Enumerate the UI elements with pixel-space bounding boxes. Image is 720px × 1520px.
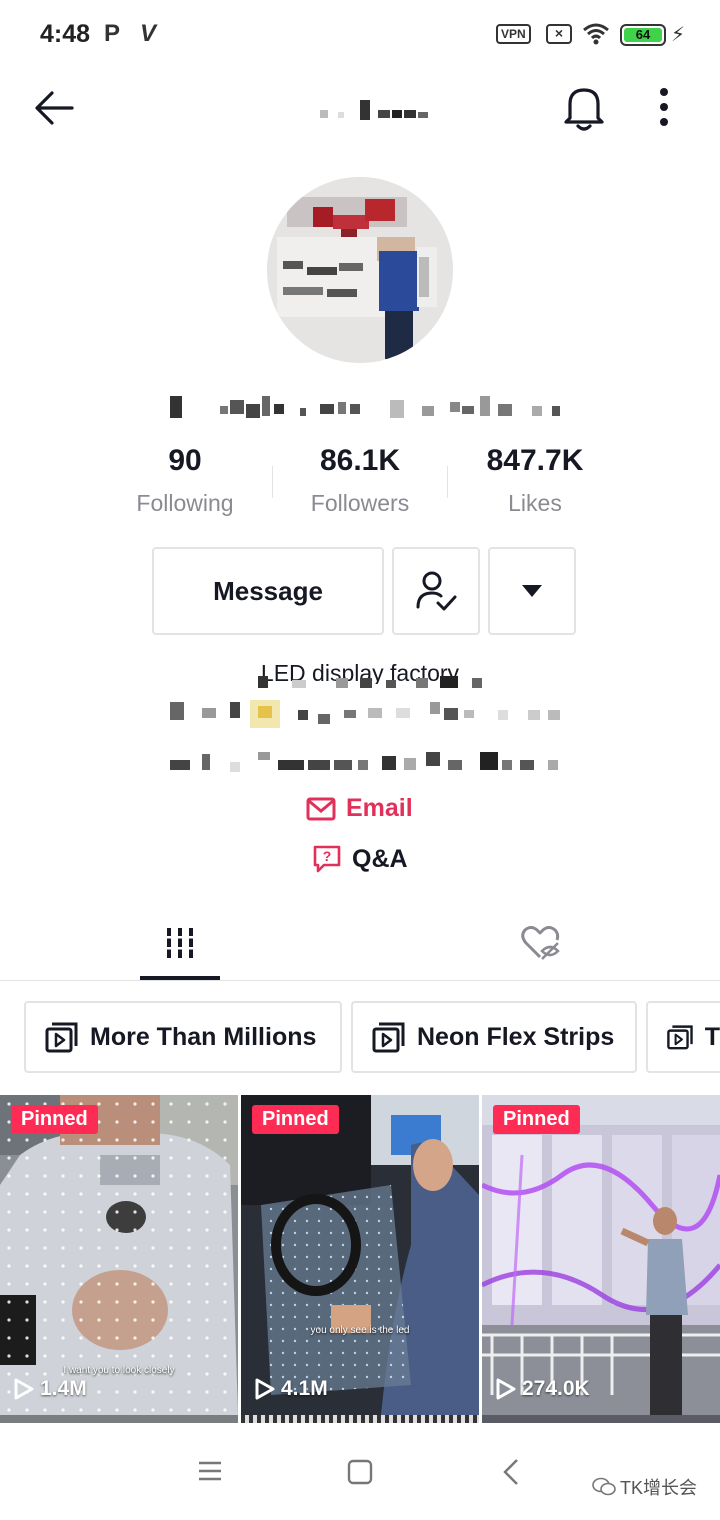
wifi-icon bbox=[583, 23, 609, 45]
wechat-icon bbox=[592, 1477, 616, 1496]
tab-videos[interactable] bbox=[140, 905, 220, 981]
app-notification-icon: P bbox=[104, 20, 121, 47]
view-count-value: 274.0K bbox=[522, 1377, 590, 1400]
pinned-badge: Pinned bbox=[11, 1105, 98, 1134]
message-button[interactable]: Message bbox=[152, 547, 384, 635]
playlist-icon bbox=[667, 1025, 693, 1050]
user-check-icon bbox=[416, 571, 457, 611]
bio-redacted bbox=[258, 676, 482, 688]
avatar-image bbox=[267, 177, 453, 363]
back-nav-icon[interactable] bbox=[502, 1458, 520, 1486]
playlist-icon bbox=[372, 1022, 405, 1053]
view-count-value: 1.4M bbox=[40, 1377, 87, 1400]
bio-redacted bbox=[170, 752, 558, 772]
view-count: 4.1M bbox=[255, 1377, 328, 1401]
stat-divider bbox=[272, 466, 273, 498]
home-icon[interactable] bbox=[347, 1459, 373, 1485]
notification-bell-icon[interactable] bbox=[562, 84, 606, 132]
view-count-value: 4.1M bbox=[281, 1377, 328, 1400]
watermark-text: TK增长会 bbox=[620, 1478, 698, 1498]
suggested-accounts-button[interactable] bbox=[488, 547, 576, 635]
header-username bbox=[320, 100, 428, 120]
followers-count: 86.1K bbox=[319, 444, 401, 477]
question-bubble-icon: ? bbox=[313, 845, 341, 873]
app-notification-icon: V bbox=[140, 20, 157, 47]
likes-stat[interactable]: 847.7K Likes bbox=[460, 444, 610, 517]
email-link[interactable]: Email bbox=[306, 794, 413, 823]
tab-liked[interactable] bbox=[500, 905, 580, 981]
following-status-button[interactable] bbox=[392, 547, 480, 635]
system-nav-bar bbox=[0, 1424, 720, 1520]
playlist-chip[interactable]: T bbox=[646, 1001, 720, 1073]
likes-count: 847.7K bbox=[486, 444, 584, 477]
playlist-chip[interactable]: Neon Flex Strips bbox=[351, 1001, 637, 1073]
video-thumbnail[interactable]: you only see is the led Pinned 4.1M bbox=[241, 1095, 479, 1415]
no-sim-icon: × bbox=[546, 24, 572, 44]
playlist-label: T bbox=[704, 1022, 720, 1051]
caret-down-icon bbox=[522, 585, 542, 597]
video-thumbnail-peek bbox=[0, 1415, 238, 1423]
qa-link[interactable]: ? Q&A bbox=[312, 844, 408, 874]
status-bar: 4:48 P V VPN × 64 ⚡ bbox=[0, 0, 720, 70]
playlist-label: More Than Millions bbox=[90, 1022, 317, 1051]
followers-stat[interactable]: 86.1K Followers bbox=[285, 444, 435, 517]
back-arrow-icon[interactable] bbox=[32, 86, 76, 130]
likes-label: Likes bbox=[508, 490, 562, 516]
view-count: 1.4M bbox=[14, 1377, 87, 1401]
view-count: 274.0K bbox=[496, 1377, 590, 1401]
following-label: Following bbox=[136, 490, 234, 516]
qa-label: Q&A bbox=[352, 844, 408, 873]
video-caption: you only see is the led bbox=[310, 1325, 410, 1336]
svg-text:?: ? bbox=[323, 848, 332, 864]
followers-label: Followers bbox=[310, 490, 410, 516]
playlist-chip[interactable]: More Than Millions bbox=[24, 1001, 342, 1073]
avatar[interactable] bbox=[267, 177, 453, 363]
tabs-divider bbox=[0, 980, 720, 981]
play-icon bbox=[255, 1378, 275, 1400]
battery-level: 64 bbox=[624, 28, 662, 42]
video-preview bbox=[241, 1095, 479, 1415]
email-label: Email bbox=[346, 794, 413, 822]
play-icon bbox=[496, 1378, 516, 1400]
play-icon bbox=[14, 1378, 34, 1400]
playlist-icon bbox=[45, 1022, 78, 1053]
battery-icon: 64 bbox=[620, 24, 666, 46]
video-thumbnail-peek bbox=[241, 1415, 479, 1423]
display-name bbox=[170, 396, 560, 418]
bio-redacted bbox=[170, 700, 560, 728]
pinned-badge: Pinned bbox=[493, 1105, 580, 1134]
video-thumbnail[interactable]: Pinned 274.0K bbox=[482, 1095, 720, 1415]
video-caption: I want you to look closely bbox=[63, 1365, 175, 1376]
following-count: 90 bbox=[168, 444, 202, 477]
more-options-icon[interactable] bbox=[652, 86, 676, 130]
video-thumbnail[interactable]: I want you to look closely Pinned 1.4M bbox=[0, 1095, 238, 1415]
vpn-icon: VPN bbox=[496, 24, 531, 44]
grid-icon bbox=[164, 928, 196, 958]
envelope-icon bbox=[306, 797, 336, 820]
charging-icon: ⚡ bbox=[671, 24, 686, 46]
menu-icon[interactable] bbox=[198, 1460, 222, 1482]
stat-divider bbox=[447, 466, 448, 498]
video-thumbnail-peek bbox=[482, 1415, 720, 1423]
heart-hidden-icon bbox=[521, 926, 560, 960]
status-time: 4:48 bbox=[40, 20, 91, 48]
video-preview bbox=[482, 1095, 720, 1415]
following-stat[interactable]: 90 Following bbox=[110, 444, 260, 517]
playlist-label: Neon Flex Strips bbox=[417, 1022, 615, 1051]
pinned-badge: Pinned bbox=[252, 1105, 339, 1134]
watermark: TK增长会 bbox=[592, 1474, 697, 1500]
